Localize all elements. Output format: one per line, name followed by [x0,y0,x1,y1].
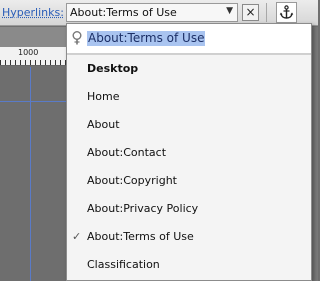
menu-item-label: About:Copyright [87,174,177,187]
ruler-tick-label: 1000 [18,48,39,57]
design-canvas-edge [312,27,318,281]
hyperlink-select[interactable]: About:Terms of Use ▼ [66,3,238,22]
design-canvas[interactable] [0,67,70,281]
hyperlinks-label[interactable]: Hyperlinks: [2,6,64,19]
dropdown-search-input[interactable]: About:Terms of Use [87,31,206,46]
search-icon [72,31,82,45]
menu-item-label: About:Contact [87,146,167,159]
toolbar-separator [266,3,267,22]
anchor-button[interactable] [276,2,297,23]
hyperlink-dropdown-menu: About:Terms of Use Desktop Home About About… [66,23,312,281]
menu-item[interactable]: About [67,111,311,139]
guide-line-horizontal[interactable] [0,101,70,102]
menu-item-label: Home [87,90,120,103]
menu-item[interactable]: About:Copyright [67,167,311,195]
menu-item[interactable]: About:Privacy Policy [67,195,311,223]
menu-item[interactable]: About:Contact [67,139,311,167]
hyperlink-select-value: About:Terms of Use [70,6,177,19]
menu-item-label: About:Terms of Use [87,230,194,243]
menu-item-label: Classification [87,258,160,271]
dropdown-search-row[interactable]: About:Terms of Use [67,24,311,54]
checkmark-icon: ✓ [72,230,82,243]
menu-item[interactable]: Home [67,83,311,111]
close-icon[interactable]: × [242,4,259,21]
menu-item[interactable]: ✓ About:Terms of Use [67,223,311,251]
chevron-down-icon[interactable]: ▼ [226,6,233,16]
menu-group-header: Desktop [87,62,139,75]
anchor-icon [279,5,294,19]
panel-strip [0,27,70,47]
menu-item-label: About [87,118,120,131]
menu-item[interactable]: Classification [67,251,311,279]
guide-line-vertical[interactable] [30,67,31,281]
menu-item-label: About:Privacy Policy [87,202,199,215]
